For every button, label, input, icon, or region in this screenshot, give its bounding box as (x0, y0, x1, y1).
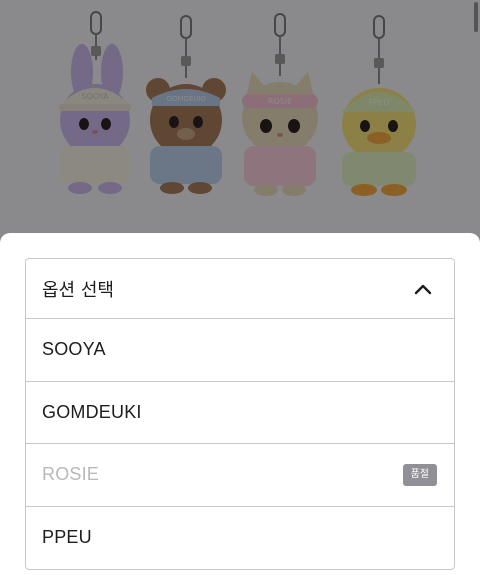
option-item-gomdeuki[interactable]: GOMDEUKI (26, 382, 454, 444)
scrollbar[interactable] (474, 2, 478, 32)
dim-overlay[interactable] (0, 0, 480, 250)
option-item-rosie: ROSIE 품절 (26, 444, 454, 507)
option-label: SOOYA (42, 339, 106, 360)
option-label: PPEU (42, 527, 92, 548)
chevron-up-icon[interactable] (414, 280, 432, 298)
option-item-sooya[interactable]: SOOYA (26, 319, 454, 382)
option-bottom-sheet: 옵션 선택 SOOYA GOMDEUKI ROSIE 품절 PPEU (0, 233, 480, 575)
sold-out-badge: 품절 (402, 463, 437, 486)
option-select-header[interactable]: 옵션 선택 (26, 259, 454, 319)
option-select-title: 옵션 선택 (42, 279, 114, 301)
option-label: ROSIE (42, 464, 100, 485)
option-dropdown: 옵션 선택 SOOYA GOMDEUKI ROSIE 품절 PPEU (25, 258, 455, 570)
option-item-ppeu[interactable]: PPEU (26, 507, 454, 570)
option-label: GOMDEUKI (42, 401, 142, 422)
